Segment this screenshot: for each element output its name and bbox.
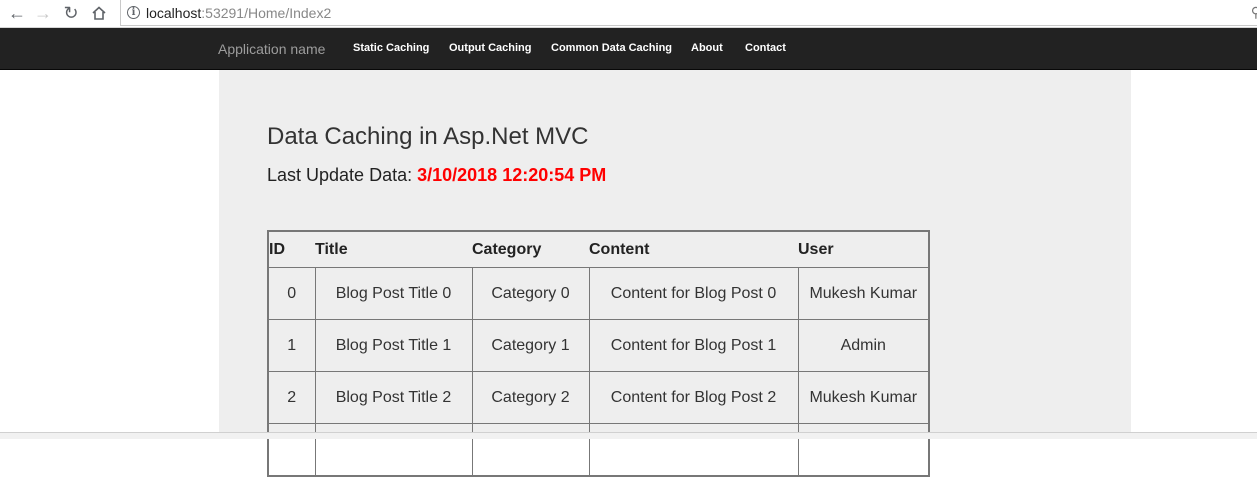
cell-content: Content for Blog Post 0 [588,267,799,320]
nav-static-caching[interactable]: Static Caching [353,42,429,54]
last-update-timestamp: 3/10/2018 12:20:54 PM [417,165,607,185]
cell-content: Content for Blog Post 1 [588,319,799,372]
cell-category: Category 0 [471,267,590,320]
header-user: User [798,231,929,268]
page-title: Data Caching in Asp.Net MVC [267,123,589,150]
blog-posts-table: ID Title Category Content User 0 Blog Po… [267,230,930,477]
cell-user: Admin [797,319,930,372]
cell-category: Category 2 [471,371,590,424]
url-path: :53291/Home/Index2 [201,4,332,21]
table-row: 0 Blog Post Title 0 Category 0 Content f… [267,267,930,320]
header-category: Category [472,231,589,268]
home-icon[interactable] [88,2,110,24]
info-icon[interactable]: i [127,6,140,19]
table-row: 1 Blog Post Title 1 Category 1 Content f… [267,319,930,372]
cell-title: Blog Post Title 0 [314,267,473,320]
nav-about[interactable]: About [691,42,723,54]
table-header-row: ID Title Category Content User [268,231,929,268]
cell-title: Blog Post Title 2 [314,371,473,424]
header-id: ID [268,231,315,268]
last-update-label: Last Update Data: [267,165,413,185]
cell-id: 1 [267,319,316,372]
cell-content: Content for Blog Post 2 [588,371,799,424]
nav-output-caching[interactable]: Output Caching [449,42,532,54]
cell-category: Category 1 [471,319,590,372]
cell-title: Blog Post Title 1 [314,319,473,372]
cell-id: 0 [267,267,316,320]
back-arrow-icon[interactable]: ← [6,2,28,24]
browser-toolbar: ← → ↻ i localhost:53291/Home/Index2 ⚲ [0,0,1257,28]
cell-user: Mukesh Kumar [797,371,930,424]
zoom-icon[interactable]: ⚲ [1251,4,1257,21]
table-row: 2 Blog Post Title 2 Category 2 Content f… [267,371,930,424]
header-title: Title [315,231,472,268]
jumbotron: Data Caching in Asp.Net MVC Last Update … [219,70,1131,477]
nav-common-data-caching[interactable]: Common Data Caching [551,42,672,54]
url-host: localhost [146,4,202,21]
reload-icon[interactable]: ↻ [60,2,82,24]
cell-id: 2 [267,371,316,424]
forward-arrow-icon[interactable]: → [32,2,54,24]
home-icon-svg [92,6,106,20]
last-update: Last Update Data: 3/10/2018 12:20:54 PM [267,165,606,186]
nav-contact[interactable]: Contact [745,42,786,54]
address-bar[interactable]: i localhost:53291/Home/Index2 ⚲ [120,0,1257,26]
header-content: Content [589,231,798,268]
navbar: Application name Static Caching Output C… [0,28,1257,70]
cell-user: Mukesh Kumar [797,267,930,320]
navbar-brand[interactable]: Application name [218,41,325,57]
